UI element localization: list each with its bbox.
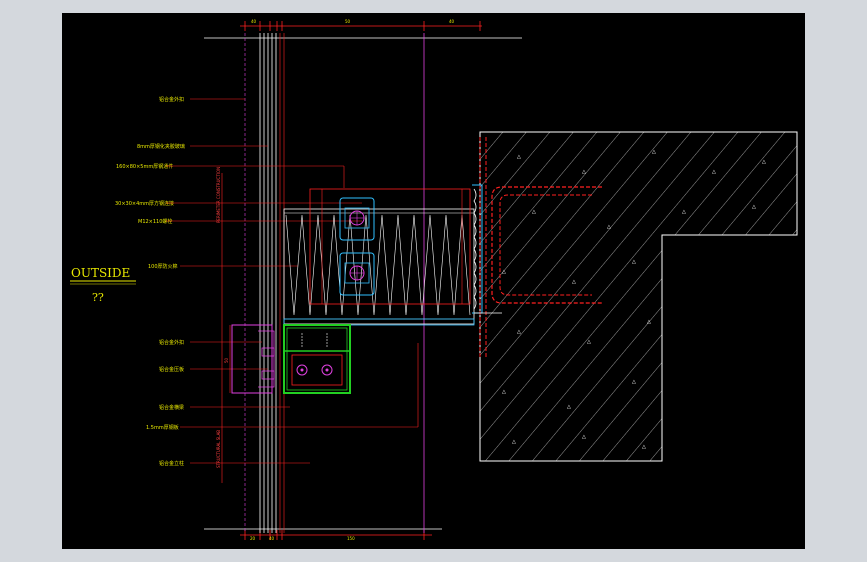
bolt-lower	[339, 252, 375, 296]
svg-text:△: △	[712, 169, 716, 175]
svg-text:△: △	[582, 434, 586, 440]
callout-2: 8mm厚钢化夹胶玻璃	[137, 143, 185, 150]
bolt-upper	[339, 197, 375, 241]
cad-viewport[interactable]: 40 50 40 20 40 150 PERIMETER CONSTRUCTIO…	[62, 13, 805, 549]
svg-text:△: △	[642, 444, 646, 450]
dim-bottom-3: 150	[347, 536, 355, 541]
svg-text:△: △	[512, 439, 516, 445]
svg-text:△: △	[752, 204, 756, 210]
svg-text:△: △	[517, 154, 521, 160]
section-drawing: 40 50 40 20 40 150 PERIMETER CONSTRUCTIO…	[70, 19, 798, 541]
svg-text:△: △	[502, 269, 506, 275]
svg-text:△: △	[567, 404, 571, 410]
vertical-note-lower: STRUCTURAL SLAB	[216, 430, 221, 468]
callout-3: 160×80×5mm厚钢通件	[116, 163, 173, 170]
bottom-dimension: 20 40 150	[240, 530, 432, 541]
callout-1: 铝合金外扣	[159, 96, 184, 103]
concrete-slab: △ △ △ △ △ △ △ △ △ △ △ △ △ △ △ △ △ △ △ △ △	[479, 131, 798, 462]
svg-text:△: △	[517, 329, 521, 335]
svg-text:△: △	[582, 169, 586, 175]
dim-top-1: 40	[251, 19, 257, 24]
callout-5: M12×110螺栓	[138, 218, 172, 225]
callout-7: 铝合金外扣	[159, 339, 184, 346]
insulation-panel	[283, 208, 475, 326]
svg-text:△: △	[682, 209, 686, 215]
callout-6: 100厚防火棉	[148, 263, 178, 270]
steel-bracket	[309, 188, 471, 305]
outside-text: OUTSIDE	[71, 266, 130, 280]
dim-bottom-2: 40	[269, 536, 275, 541]
svg-text:△: △	[632, 259, 636, 265]
dim-top-3: 40	[449, 19, 455, 24]
dim-top-2: 50	[345, 19, 351, 24]
svg-text:△: △	[502, 389, 506, 395]
svg-text:△: △	[587, 339, 591, 345]
callouts: 铝合金外扣 8mm厚钢化夹胶玻璃 160×80×5mm厚钢通件 30×30×4m…	[115, 96, 419, 467]
callout-4: 30×30×4mm厚方钢连接	[115, 200, 174, 207]
callout-11: 铝合金立柱	[159, 460, 184, 467]
svg-text:△: △	[652, 149, 656, 155]
svg-text:△: △	[762, 159, 766, 165]
callout-9: 铝合金横梁	[159, 404, 184, 411]
svg-text:△: △	[607, 224, 611, 230]
top-dimension: 40 50 40	[240, 19, 482, 31]
left-vertical-dimension: PERIMETER CONSTRUCTION STRUCTURAL SLAB 5…	[216, 167, 231, 483]
transom-profiles	[231, 324, 351, 394]
outside-label: OUTSIDE ??	[70, 266, 136, 304]
svg-text:△: △	[572, 279, 576, 285]
glazing-lines	[244, 33, 425, 533]
outside-subtext: ??	[92, 291, 104, 304]
callout-8: 铝合金压板	[159, 366, 184, 373]
svg-text:△: △	[532, 209, 536, 215]
callout-10: 1.5mm厚钢板	[146, 424, 179, 431]
svg-text:△: △	[647, 319, 651, 325]
svg-text:△: △	[632, 379, 636, 385]
dim-bottom-1: 20	[250, 536, 256, 541]
dim-side: 50	[224, 357, 229, 363]
vertical-note-upper: PERIMETER CONSTRUCTION	[216, 167, 221, 223]
